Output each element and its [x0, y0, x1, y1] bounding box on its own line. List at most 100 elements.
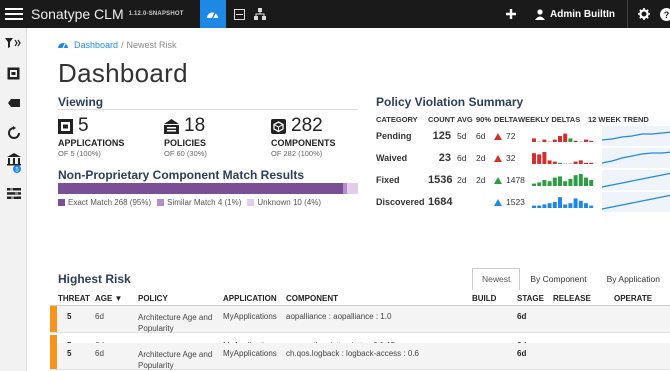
weekly-delta-bar — [578, 200, 583, 208]
weekly-delta-bar — [568, 163, 573, 164]
match-legend: Exact Match 268 (95%) Similar Match 4 (1… — [58, 198, 327, 207]
user-icon — [535, 8, 545, 20]
viewing-title: Viewing — [58, 95, 104, 109]
breadcrumb-dashboard-link[interactable]: Dashboard — [74, 40, 118, 50]
sidebar-dashboard[interactable] — [0, 58, 27, 88]
policies-sub: OF 60 (30%) — [164, 149, 207, 158]
filter-toggle[interactable] — [0, 28, 27, 58]
weekly-delta-bar — [584, 177, 588, 186]
org-nav-button[interactable] — [253, 8, 266, 20]
user-name: Admin BuiltIn — [550, 8, 615, 20]
weekly-delta-bar — [584, 139, 588, 142]
application-name: MyApplications — [223, 312, 277, 321]
hierarchy-icon — [253, 8, 266, 20]
weekly-delta-bar — [563, 163, 568, 164]
help-icon[interactable]: ? — [660, 7, 670, 21]
topbar-divider — [627, 0, 628, 28]
weekly-delta-bar — [537, 141, 542, 142]
tab-by-application[interactable]: By Application — [597, 268, 670, 290]
match-results-bar — [58, 183, 358, 194]
dashboard-nav-button[interactable] — [199, 0, 226, 28]
weekly-delta-bar — [547, 181, 552, 186]
weekly-delta-bar — [573, 175, 578, 186]
policy-summary-row[interactable]: Pending 125 5d 6d 72 — [376, 125, 670, 147]
policy-summary-row[interactable]: Fixed 1536 2d 2d 1478 — [376, 169, 670, 191]
risk-table-row[interactable]: 56dArchitecture Age and PopularityMyAppl… — [50, 306, 670, 333]
weekly-delta-bar — [589, 180, 594, 186]
weekly-delta-bar — [537, 182, 542, 186]
avg-value: 5d — [457, 131, 467, 141]
reports-nav-button[interactable] — [234, 8, 246, 20]
weekly-delta-bar — [573, 198, 578, 208]
applications-count-block[interactable]: 5 APPLICATIONS OF 5 (100%) — [58, 115, 124, 158]
arrow-up-icon — [494, 176, 502, 184]
age-sort-header[interactable]: AGE ▼ — [95, 294, 138, 303]
delta-value: 1478 — [494, 175, 532, 185]
application-name: MyApplications — [223, 349, 277, 358]
avg-value: 2d — [457, 175, 467, 185]
add-icon[interactable] — [505, 8, 517, 20]
sidebar-settings[interactable] — [0, 178, 27, 208]
policy-summary-table: CATEGORY COUNT AVG 90% DELTA WEEKLY DELT… — [376, 113, 670, 213]
weekly-deltas-sparkbar — [532, 197, 594, 208]
trend-sparkline — [602, 170, 670, 190]
legend-unknown: Unknown 10 (4%) — [247, 198, 321, 207]
policy-icon — [164, 118, 179, 134]
dashboard-gauge-icon — [207, 12, 219, 19]
p90-value: 2d — [476, 153, 486, 163]
p90-value: 6d — [476, 131, 486, 141]
svg-text:?: ? — [664, 10, 670, 20]
weekly-delta-bar — [568, 138, 573, 142]
sidebar-cycle[interactable] — [0, 118, 27, 148]
weekly-delta-bar — [589, 205, 594, 208]
count-value: 125 — [432, 130, 451, 142]
weekly-delta-bar — [589, 162, 594, 164]
weekly-delta-bar — [578, 174, 583, 186]
p90-value: 2d — [476, 175, 486, 185]
weekly-delta-bar — [563, 181, 568, 186]
policy-summary-row[interactable]: Discovered 1684 1523 — [376, 191, 670, 213]
weekly-delta-bar — [542, 152, 547, 164]
refresh-icon — [7, 126, 20, 139]
arrow-up-icon — [494, 132, 502, 140]
weekly-delta-bar — [558, 162, 562, 164]
highest-risk-tabs: Newest By Component By Application — [472, 268, 670, 290]
weekly-deltas-sparkbar — [532, 174, 594, 186]
dashboard-icon — [7, 67, 20, 79]
weekly-delta-bar — [573, 140, 578, 142]
menu-icon[interactable] — [5, 8, 23, 20]
sidebar-organizations[interactable]: 5 — [0, 148, 27, 178]
policies-count: 18 — [184, 115, 206, 136]
trend-sparkline — [602, 192, 670, 212]
policy-summary-row[interactable]: Waived 23 6d 2d 32 — [376, 147, 670, 169]
institution-icon: 5 — [6, 153, 21, 173]
dashboard-gauge-icon — [58, 43, 68, 49]
tab-by-component[interactable]: By Component — [520, 268, 596, 290]
risk-table-row[interactable]: 56dArchitecture Age and PopularityMyAppl… — [50, 343, 670, 370]
tab-newest[interactable]: Newest — [472, 268, 521, 290]
legend-exact: Exact Match 268 (95%) — [58, 198, 151, 207]
policy-name: Architecture Age and Popularity — [138, 350, 213, 370]
weekly-delta-bar — [578, 141, 583, 142]
applications-sub: OF 5 (100%) — [58, 149, 101, 158]
report-icon — [234, 8, 246, 20]
component-icon — [271, 118, 286, 134]
weekly-delta-bar — [537, 154, 542, 164]
delta-value: 72 — [494, 131, 532, 141]
policies-count-block[interactable]: 18 POLICIES OF 60 (30%) — [164, 115, 207, 158]
user-menu[interactable]: Admin BuiltIn — [535, 9, 615, 20]
gear-icon[interactable] — [638, 8, 650, 20]
top-bar: Sonatype CLM 1.12.0-SNAPSHOT Admin Built… — [0, 0, 670, 28]
sidebar-tags[interactable] — [0, 88, 27, 118]
weekly-delta-bar — [542, 204, 547, 208]
weekly-deltas-sparkbar — [532, 152, 594, 164]
weekly-delta-bar — [563, 133, 568, 142]
unknown-segment — [347, 183, 358, 194]
count-value: 1536 — [428, 174, 453, 186]
weekly-delta-bar — [547, 160, 552, 164]
weekly-delta-bar — [552, 161, 557, 164]
weekly-delta-bar — [532, 183, 536, 186]
application-icon — [58, 118, 73, 134]
components-count-block[interactable]: 282 COMPONENTS OF 282 (100%) — [271, 115, 336, 158]
left-sidebar: 5 — [0, 28, 27, 371]
